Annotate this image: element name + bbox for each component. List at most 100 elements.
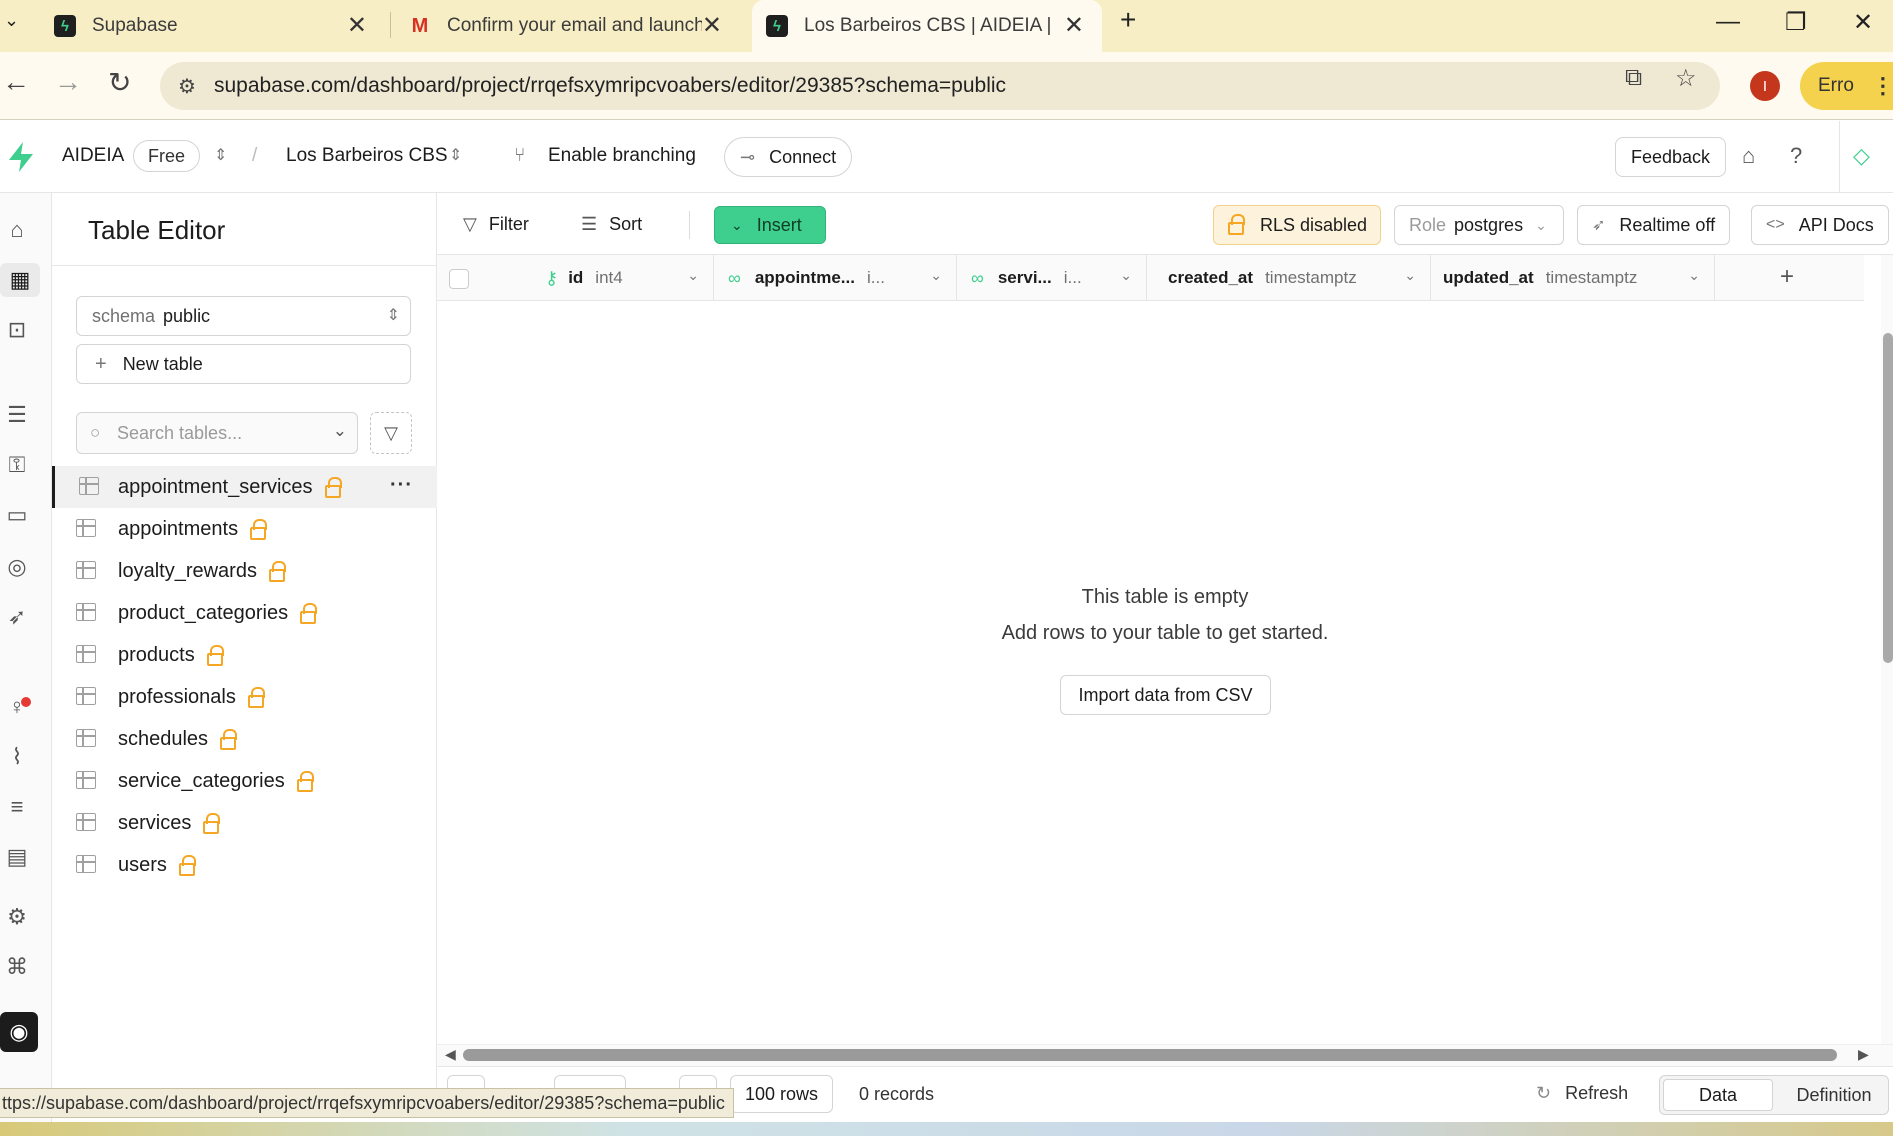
database-icon[interactable]: ☰ <box>0 398 34 432</box>
table-item[interactable]: service_categories <box>52 760 437 802</box>
scroll-left-arrow-icon[interactable]: ◀ <box>445 1046 456 1063</box>
filter-tables-button[interactable]: ▽ <box>370 412 412 454</box>
plug-icon: ⊸ <box>740 146 756 167</box>
table-item[interactable]: loyalty_rewards <box>52 550 437 592</box>
refresh-button[interactable]: ↻ Refresh <box>1536 1083 1628 1104</box>
rows-per-page-selector[interactable]: 100 rows <box>730 1075 834 1113</box>
vertical-scrollbar-thumb[interactable] <box>1883 333 1893 663</box>
home-icon[interactable]: ⌂ <box>0 213 34 247</box>
sql-editor-icon[interactable]: ⊡ <box>0 313 34 347</box>
address-bar[interactable]: ⚙ supabase.com/dashboard/project/rrqefsx… <box>160 62 1720 110</box>
tab-search-chevron-icon[interactable]: ⌄ <box>4 10 19 31</box>
close-window-icon[interactable]: ✕ <box>1853 8 1873 37</box>
chevron-down-icon[interactable]: ⌄ <box>687 267 699 284</box>
select-all-checkbox[interactable] <box>449 269 469 289</box>
add-column-plus-icon[interactable]: + <box>1780 263 1794 291</box>
profile-avatar[interactable]: I <box>1750 71 1780 101</box>
data-view-tab[interactable]: Data <box>1663 1079 1773 1111</box>
inbox-icon[interactable]: ⌂ <box>1742 143 1755 169</box>
feedback-button[interactable]: Feedback <box>1615 137 1727 177</box>
table-name: appointments <box>118 517 239 540</box>
table-item[interactable]: schedules <box>52 718 437 760</box>
connect-button[interactable]: ⊸ Connect <box>724 137 853 177</box>
browser-tab-supabase[interactable]: ϟ Supabase ✕ <box>40 0 385 52</box>
auth-icon[interactable]: ⚿ <box>0 448 34 482</box>
insert-button[interactable]: ⌄ Insert <box>714 206 826 244</box>
refresh-label: Refresh <box>1565 1083 1629 1103</box>
column-header-created-at[interactable]: created_at timestamptz ⌄ <box>1147 255 1431 301</box>
enable-branching-button[interactable]: Enable branching <box>548 145 696 167</box>
realtime-toggle-button[interactable]: ➶ Realtime off <box>1577 205 1731 245</box>
browser-tab-gmail[interactable]: M Confirm your email and launch ✕ <box>395 0 740 52</box>
import-csv-button[interactable]: Import data from CSV <box>1060 675 1271 715</box>
more-vertical-icon: ⋮ <box>1871 73 1893 98</box>
org-name[interactable]: AIDEIA <box>62 145 124 167</box>
chevron-down-icon[interactable]: ⌄ <box>1120 267 1132 284</box>
column-header-appointment[interactable]: ∞ appointme... i... ⌄ <box>714 255 957 301</box>
back-icon[interactable]: ← <box>2 66 30 98</box>
horizontal-scrollbar-thumb[interactable] <box>463 1049 1837 1061</box>
column-header-id[interactable]: ⚷ id int4 ⌄ <box>437 255 714 301</box>
advisors-icon[interactable]: ♀ <box>0 690 34 724</box>
command-icon[interactable]: ⌘ <box>0 950 34 984</box>
column-header-service[interactable]: ∞ servi... i... ⌄ <box>957 255 1147 301</box>
edge-functions-icon[interactable]: ◎ <box>0 550 34 584</box>
supabase-logo-icon[interactable] <box>6 141 36 173</box>
translate-icon[interactable]: ⧉ <box>1625 64 1642 92</box>
column-name: created_at <box>1168 268 1254 287</box>
minimize-icon[interactable]: — <box>1716 8 1740 36</box>
error-button[interactable]: Erro ⋮ <box>1800 62 1893 110</box>
tab-title: Los Barbeiros CBS | AIDEIA | Sup <box>804 15 1057 36</box>
table-item[interactable]: services <box>52 802 437 844</box>
column-header-updated-at[interactable]: updated_at timestamptz ⌄ <box>1431 255 1715 301</box>
api-docs-icon[interactable]: ▤ <box>0 840 34 874</box>
org-switcher-chevron-icon[interactable]: ⇕ <box>214 145 227 165</box>
toolbar-divider <box>689 211 690 239</box>
new-table-button[interactable]: + New table <box>76 344 411 384</box>
role-selector[interactable]: Role postgres ⌄ <box>1394 205 1564 245</box>
assistant-diamond-icon[interactable]: ◇ <box>1853 143 1870 169</box>
api-docs-button[interactable]: <> API Docs <box>1751 205 1889 245</box>
site-info-icon[interactable]: ⚙ <box>178 74 196 99</box>
close-tab-icon[interactable]: ✕ <box>347 11 367 40</box>
storage-icon[interactable]: ▭ <box>0 498 34 532</box>
nav-rail: ⌂ ▦ ⊡ ☰ ⚿ ▭ ◎ ➶ ♀ ⌇ ≡ ▤ ⚙ ⌘ ◉ <box>0 193 52 1136</box>
new-tab-icon[interactable]: + <box>1120 4 1136 36</box>
help-icon[interactable]: ? <box>1790 143 1802 169</box>
table-item[interactable]: products <box>52 634 437 676</box>
schema-selector[interactable]: schema public ⇕ <box>76 296 411 336</box>
close-tab-icon[interactable]: ✕ <box>1064 11 1084 40</box>
forward-icon[interactable]: → <box>54 66 82 98</box>
reports-icon[interactable]: ⌇ <box>0 740 34 774</box>
table-editor-icon[interactable]: ▦ <box>0 263 40 297</box>
table-item[interactable]: appointments <box>52 508 437 550</box>
chevron-down-icon[interactable]: ⌄ <box>1688 267 1700 284</box>
table-item[interactable]: appointment_services ··· <box>52 466 437 508</box>
double-chevron-down-icon[interactable]: ⌄ <box>333 421 347 441</box>
rls-disabled-button[interactable]: RLS disabled <box>1213 205 1381 245</box>
project-name[interactable]: Los Barbeiros CBS <box>286 145 448 167</box>
search-tables-input[interactable]: ○ Search tables... ⌄ <box>76 412 358 454</box>
restore-icon[interactable]: ❐ <box>1785 8 1807 37</box>
table-item[interactable]: users <box>52 844 437 886</box>
realtime-icon[interactable]: ➶ <box>0 600 34 634</box>
table-item[interactable]: product_categories <box>52 592 437 634</box>
profile-initial: I <box>1762 77 1768 95</box>
bookmark-star-icon[interactable]: ☆ <box>1675 64 1697 93</box>
project-switcher-chevron-icon[interactable]: ⇕ <box>449 145 462 165</box>
browser-tab-active[interactable]: ϟ Los Barbeiros CBS | AIDEIA | Sup ✕ <box>752 0 1102 52</box>
settings-gear-icon[interactable]: ⚙ <box>0 900 34 934</box>
more-horizontal-icon[interactable]: ··· <box>390 474 413 497</box>
definition-view-tab[interactable]: Definition <box>1780 1079 1888 1111</box>
reload-icon[interactable]: ↻ <box>108 66 131 99</box>
logs-icon[interactable]: ≡ <box>0 790 34 824</box>
filter-button[interactable]: ▽ Filter <box>463 206 529 242</box>
chevron-down-icon[interactable]: ⌄ <box>1404 267 1416 284</box>
table-item[interactable]: professionals <box>52 676 437 718</box>
chevron-down-icon[interactable]: ⌄ <box>930 267 942 284</box>
user-avatar-icon[interactable]: ◉ <box>0 1012 38 1052</box>
scroll-right-arrow-icon[interactable]: ▶ <box>1858 1046 1869 1063</box>
sort-button[interactable]: ☰ Sort <box>581 206 642 242</box>
plan-badge: Free <box>133 140 201 172</box>
close-tab-icon[interactable]: ✕ <box>702 11 722 40</box>
